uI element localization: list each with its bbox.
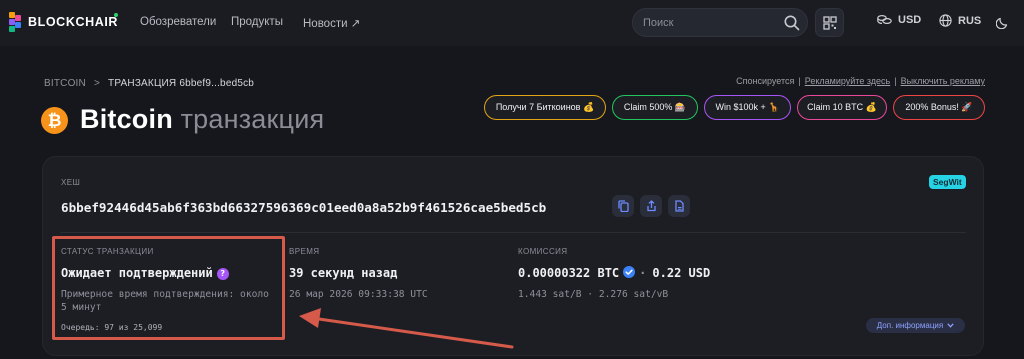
annotation-arrow [299,308,514,349]
